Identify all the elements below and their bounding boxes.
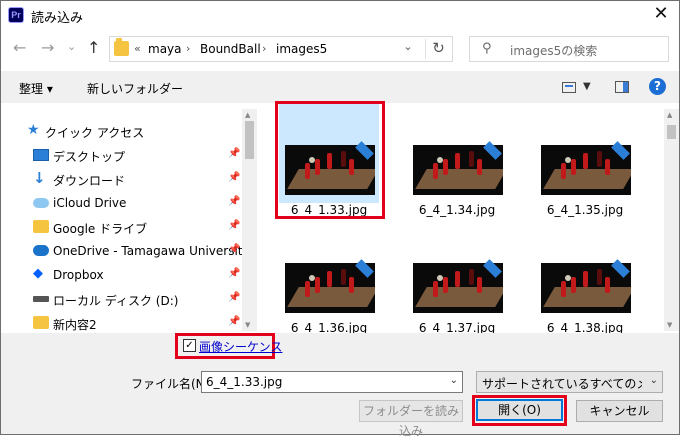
recent-locations-icon[interactable]: ⌄ <box>67 39 76 55</box>
folder-sync-icon <box>33 316 49 329</box>
scrollbar-thumb[interactable] <box>245 121 254 159</box>
sidebar-item-desktop[interactable]: デスクトップ 📌 <box>1 144 241 166</box>
new-folder-button[interactable]: 新しいフォルダー <box>87 80 183 97</box>
sidebar-item-dropbox[interactable]: ◆ Dropbox 📌 <box>1 264 241 286</box>
sidebar-item-label: Google ドライブ <box>53 222 148 236</box>
navigation-pane: ★ クイック アクセス デスクトップ 📌 ↓ ダウンロード 📌 iCloud D… <box>1 103 257 333</box>
folder-icon <box>33 220 49 233</box>
file-name: 6_4_1.34.jpg <box>418 203 496 217</box>
file-tile[interactable]: 6_4_1.35.jpg <box>535 103 635 217</box>
chevron-down-icon[interactable]: ⌄ <box>450 375 458 386</box>
search-icon: ⚲ <box>482 41 492 56</box>
command-bar: 整理 ▾ 新しいフォルダー <box>1 71 679 103</box>
organize-menu[interactable]: 整理 ▾ <box>19 80 53 97</box>
drive-icon <box>33 296 49 302</box>
search-placeholder: images5の検索 <box>510 44 598 58</box>
dropbox-icon: ◆ <box>33 266 43 281</box>
sidebar-item-downloads[interactable]: ↓ ダウンロード 📌 <box>1 168 241 190</box>
chevron-down-icon: ⌄ <box>649 375 658 386</box>
file-list-scrollbar[interactable]: ▲ ▼ <box>664 109 679 331</box>
premiere-app-icon: Pr <box>8 7 24 23</box>
image-sequence-badge-icon <box>357 261 373 277</box>
pin-icon: 📌 <box>228 244 241 255</box>
file-type-value: サポートされているすべてのメディア (* <box>482 377 642 391</box>
sidebar-item-label: クイック アクセス <box>45 126 145 140</box>
breadcrumb-overflow[interactable]: « <box>134 42 141 55</box>
pin-icon: 📌 <box>228 268 241 279</box>
sidebar-item-onedrive[interactable]: OneDrive - Tamagawa University 📌 <box>1 240 250 262</box>
scroll-up-icon[interactable]: ▲ <box>667 111 672 119</box>
sidebar-item-label: OneDrive - Tamagawa University <box>53 244 250 258</box>
sidebar-item-shin-naiyou[interactable]: 新内容2 📌 <box>1 312 241 334</box>
preview-pane-icon[interactable] <box>615 81 629 93</box>
import-dialog: Pr 読み込み ✕ ← → ⌄ ↑ « maya › BoundBall › i… <box>0 0 680 438</box>
window-title: 読み込み <box>31 11 84 26</box>
title-bar: Pr 読み込み ✕ <box>1 1 679 31</box>
desktop-icon <box>33 149 49 161</box>
cloud-icon <box>33 198 49 208</box>
sidebar-item-quick-access[interactable]: ★ クイック アクセス <box>1 120 241 142</box>
up-arrow-icon[interactable]: ↑ <box>87 40 100 56</box>
help-icon[interactable]: ? <box>649 78 666 95</box>
sidebar-item-label: ローカル ディスク (D:) <box>53 294 179 308</box>
back-arrow-icon[interactable]: ← <box>13 40 26 56</box>
pin-icon: 📌 <box>228 220 241 231</box>
pin-icon: 📌 <box>228 148 241 159</box>
file-name: 6_4_1.35.jpg <box>546 203 624 217</box>
pin-icon: 📌 <box>228 316 241 327</box>
selected-file-highlight <box>275 101 385 219</box>
download-icon: ↓ <box>33 169 46 187</box>
sidebar-item-local-disk[interactable]: ローカル ディスク (D:) 📌 <box>1 288 241 310</box>
breadcrumb-maya[interactable]: maya <box>148 42 182 56</box>
file-tile[interactable]: 6_4_1.38.jpg <box>535 221 635 335</box>
onedrive-icon <box>33 245 49 256</box>
sidebar-scrollbar[interactable]: ▲ ▼ <box>242 109 257 331</box>
close-icon[interactable]: ✕ <box>651 4 671 24</box>
image-sequence-badge-icon <box>613 143 629 159</box>
image-sequence-badge-icon <box>485 143 501 159</box>
pin-icon: 📌 <box>228 292 241 303</box>
star-icon: ★ <box>27 122 40 138</box>
scroll-up-icon[interactable]: ▲ <box>245 111 250 119</box>
image-sequence-label[interactable]: 画像シーケンス <box>199 338 282 355</box>
scroll-down-icon[interactable]: ▼ <box>667 321 672 329</box>
breadcrumb-images5[interactable]: images5 <box>276 42 327 56</box>
file-tile[interactable]: 6_4_1.34.jpg <box>407 103 507 217</box>
pin-icon: 📌 <box>228 172 241 183</box>
chevron-right-icon[interactable]: › <box>262 42 266 55</box>
search-box[interactable]: ⚲ images5の検索 <box>469 36 669 62</box>
pin-icon: 📌 <box>228 196 241 207</box>
file-tile[interactable]: 6_4_1.36.jpg <box>279 221 379 335</box>
filename-value: 6_4_1.33.jpg <box>206 375 283 389</box>
breadcrumb-boundball[interactable]: BoundBall <box>200 42 261 56</box>
address-dropdown-icon[interactable]: ⌄ <box>398 40 418 58</box>
file-tile[interactable]: 6_4_1.37.jpg <box>407 221 507 335</box>
image-sequence-badge-icon <box>613 261 629 277</box>
image-sequence-checkbox[interactable]: ✓ <box>183 339 196 352</box>
sidebar-item-icloud[interactable]: iCloud Drive 📌 <box>1 192 241 214</box>
open-button[interactable]: 開く(O) <box>476 399 563 421</box>
sidebar-item-label: Dropbox <box>53 268 104 282</box>
sidebar-item-label: iCloud Drive <box>53 196 127 210</box>
sidebar-item-label: ダウンロード <box>53 174 126 188</box>
import-folder-button[interactable]: フォルダーを読み込み <box>359 400 463 438</box>
forward-arrow-icon[interactable]: → <box>41 40 54 56</box>
sidebar-item-label: 新内容2 <box>53 318 97 332</box>
scrollbar-thumb[interactable] <box>667 125 676 139</box>
sidebar-item-label: デスクトップ <box>53 150 126 164</box>
view-mode-icon[interactable] <box>562 82 576 93</box>
refresh-icon[interactable]: ↻ <box>425 39 451 59</box>
view-options-dropdown[interactable]: ▼ <box>583 81 591 92</box>
filename-input[interactable]: 6_4_1.33.jpg ⌄ <box>201 371 463 393</box>
folder-icon <box>114 38 129 56</box>
scroll-down-icon[interactable]: ▼ <box>245 321 250 329</box>
file-type-select[interactable]: サポートされているすべてのメディア (* ⌄ <box>476 371 663 393</box>
chevron-right-icon[interactable]: › <box>186 42 190 55</box>
image-sequence-badge-icon <box>485 261 501 277</box>
cancel-button[interactable]: キャンセル <box>576 400 663 422</box>
sidebar-item-google-drive[interactable]: Google ドライブ 📌 <box>1 216 241 238</box>
